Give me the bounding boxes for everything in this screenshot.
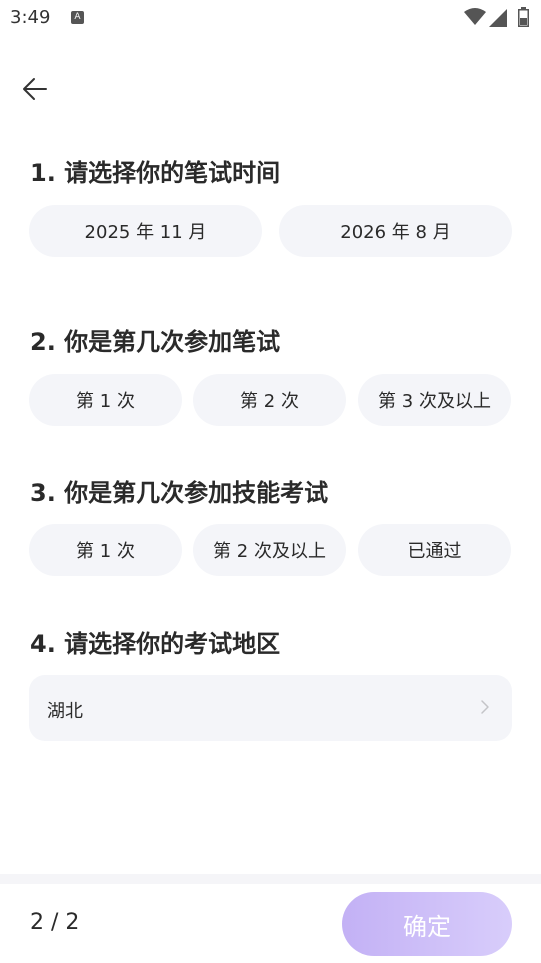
question-4-title: 4. 请选择你的考试地区 xyxy=(30,630,281,658)
option-written-attempt-2[interactable]: 第 2 次 xyxy=(193,374,346,426)
option-written-attempt-1[interactable]: 第 1 次 xyxy=(29,374,182,426)
signal-icon xyxy=(489,9,507,27)
chevron-right-icon xyxy=(481,700,489,714)
option-skill-attempt-1[interactable]: 第 1 次 xyxy=(29,524,182,576)
status-bar: 3:49 A xyxy=(0,0,541,36)
option-exam-date-2025-11[interactable]: 2025 年 11 月 xyxy=(29,205,262,257)
option-skill-passed[interactable]: 已通过 xyxy=(358,524,511,576)
option-exam-date-2026-08[interactable]: 2026 年 8 月 xyxy=(279,205,512,257)
status-time: 3:49 xyxy=(10,7,51,28)
question-2-title: 2. 你是第几次参加笔试 xyxy=(30,328,281,356)
question-1-title: 1. 请选择你的笔试时间 xyxy=(30,159,281,187)
battery-icon xyxy=(518,7,529,27)
option-written-attempt-3-plus[interactable]: 第 3 次及以上 xyxy=(358,374,511,426)
question-3-title: 3. 你是第几次参加技能考试 xyxy=(30,479,329,507)
notification-a-icon: A xyxy=(71,11,84,24)
region-selector[interactable]: 湖北 xyxy=(29,675,512,741)
region-value: 湖北 xyxy=(47,701,83,722)
footer-divider xyxy=(0,874,541,884)
page-indicator: 2 / 2 xyxy=(30,910,80,935)
confirm-button[interactable]: 确定 xyxy=(342,892,512,956)
option-skill-attempt-2-plus[interactable]: 第 2 次及以上 xyxy=(193,524,346,576)
wifi-icon xyxy=(464,8,486,25)
back-arrow-icon[interactable] xyxy=(20,74,50,104)
